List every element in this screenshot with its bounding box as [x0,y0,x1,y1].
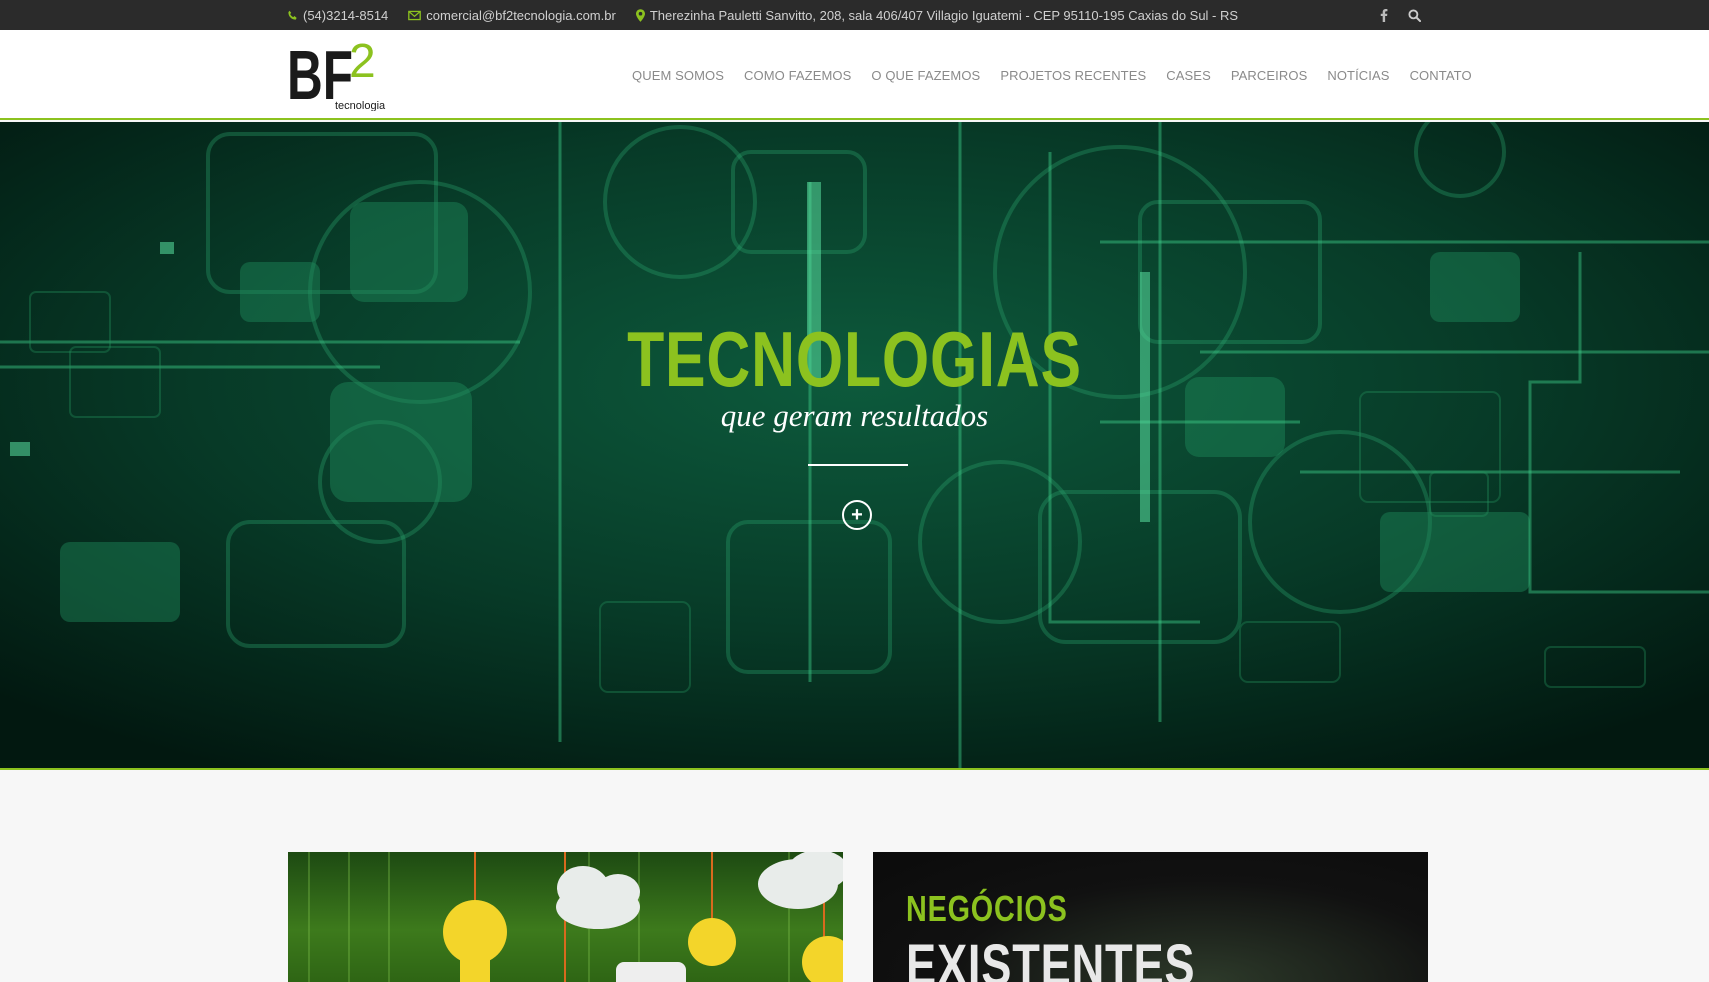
envelope-icon [408,10,422,21]
hero-title: TECNOLOGIAS [627,315,1082,403]
logo-tagline: tecnologia [335,100,386,111]
nav-item-parceiros[interactable]: PARCEIROS [1221,68,1318,83]
phone-info: (54)3214-8514 [287,8,388,23]
hero-divider [808,464,908,466]
nav-item-contato[interactable]: CONTATO [1400,68,1482,83]
email-link[interactable]: comercial@bf2tecnologia.com.br [426,8,616,23]
ideas-illustration [308,852,843,982]
card-negocios-existentes[interactable]: NEGÓCIOS EXISTENTES [873,852,1428,982]
main-nav: QUEM SOMOS COMO FAZEMOS O QUE FAZEMOS PR… [622,30,1482,120]
nav-item-como-fazemos[interactable]: COMO FAZEMOS [734,68,861,83]
facebook-icon[interactable] [1380,8,1388,22]
bf2-logo[interactable]: BF 2 tecnologia [287,35,387,114]
hero-subtitle: que geram resultados [720,398,989,433]
top-bar: (54)3214-8514 comercial@bf2tecnologia.co… [0,0,1709,30]
address-text: Therezinha Pauletti Sanvitto, 208, sala … [649,7,1239,23]
nav-item-projetos-recentes[interactable]: PROJETOS RECENTES [990,68,1156,83]
plus-circle-icon[interactable]: + [842,500,872,530]
site-header: BF 2 tecnologia QUEM SOMOS COMO FAZEMOS … [0,30,1709,120]
map-marker-icon [635,8,645,22]
address-info: Therezinha Pauletti Sanvitto, 208, sala … [635,7,1239,23]
card-title: EXISTENTES [906,933,1196,982]
social-links [1380,0,1421,30]
logo-digit: 2 [349,39,376,88]
email-info: comercial@bf2tecnologia.com.br [408,8,616,23]
hero-banner: TECNOLOGIAS que geram resultados + [0,122,1709,770]
phone-icon [287,10,298,21]
phone-number[interactable]: (54)3214-8514 [303,8,388,23]
card-ideas-image[interactable] [288,852,843,982]
nav-item-noticias[interactable]: NOTÍCIAS [1317,68,1399,83]
nav-item-quem-somos[interactable]: QUEM SOMOS [622,68,734,83]
nav-item-o-que-fazemos[interactable]: O QUE FAZEMOS [861,68,990,83]
search-icon[interactable] [1408,8,1421,22]
card-kicker: NEGÓCIOS [906,888,1068,929]
contact-info: (54)3214-8514 comercial@bf2tecnologia.co… [287,0,1238,30]
nav-item-cases[interactable]: CASES [1156,68,1221,83]
circuit-background [0,122,1709,768]
